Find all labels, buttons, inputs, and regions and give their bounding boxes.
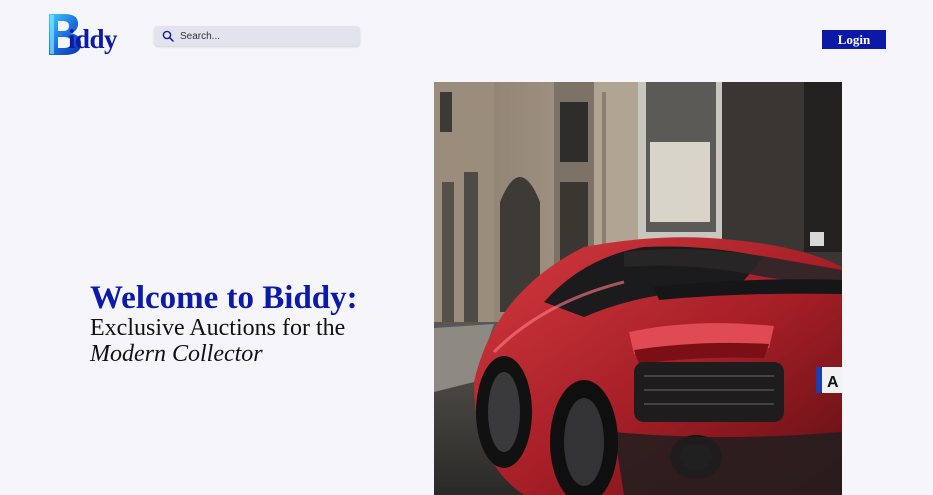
logo-wordmark: iddy	[68, 24, 118, 54]
search-input[interactable]	[180, 30, 350, 42]
login-button[interactable]: Login	[822, 30, 886, 49]
hero-subtitle: Exclusive Auctions for the	[90, 315, 346, 341]
license-plate-text: A	[827, 374, 839, 391]
search-icon	[162, 30, 174, 42]
search-bar[interactable]	[154, 26, 360, 46]
biddy-logo[interactable]: iddy	[46, 12, 136, 58]
hero-text: Welcome to Biddy: Exclusive Auctions for…	[90, 281, 420, 367]
hero-emphasis: Modern Collector	[90, 341, 263, 367]
hero-car-image: A	[434, 82, 842, 495]
hero-title: Welcome to Biddy:	[90, 280, 358, 316]
